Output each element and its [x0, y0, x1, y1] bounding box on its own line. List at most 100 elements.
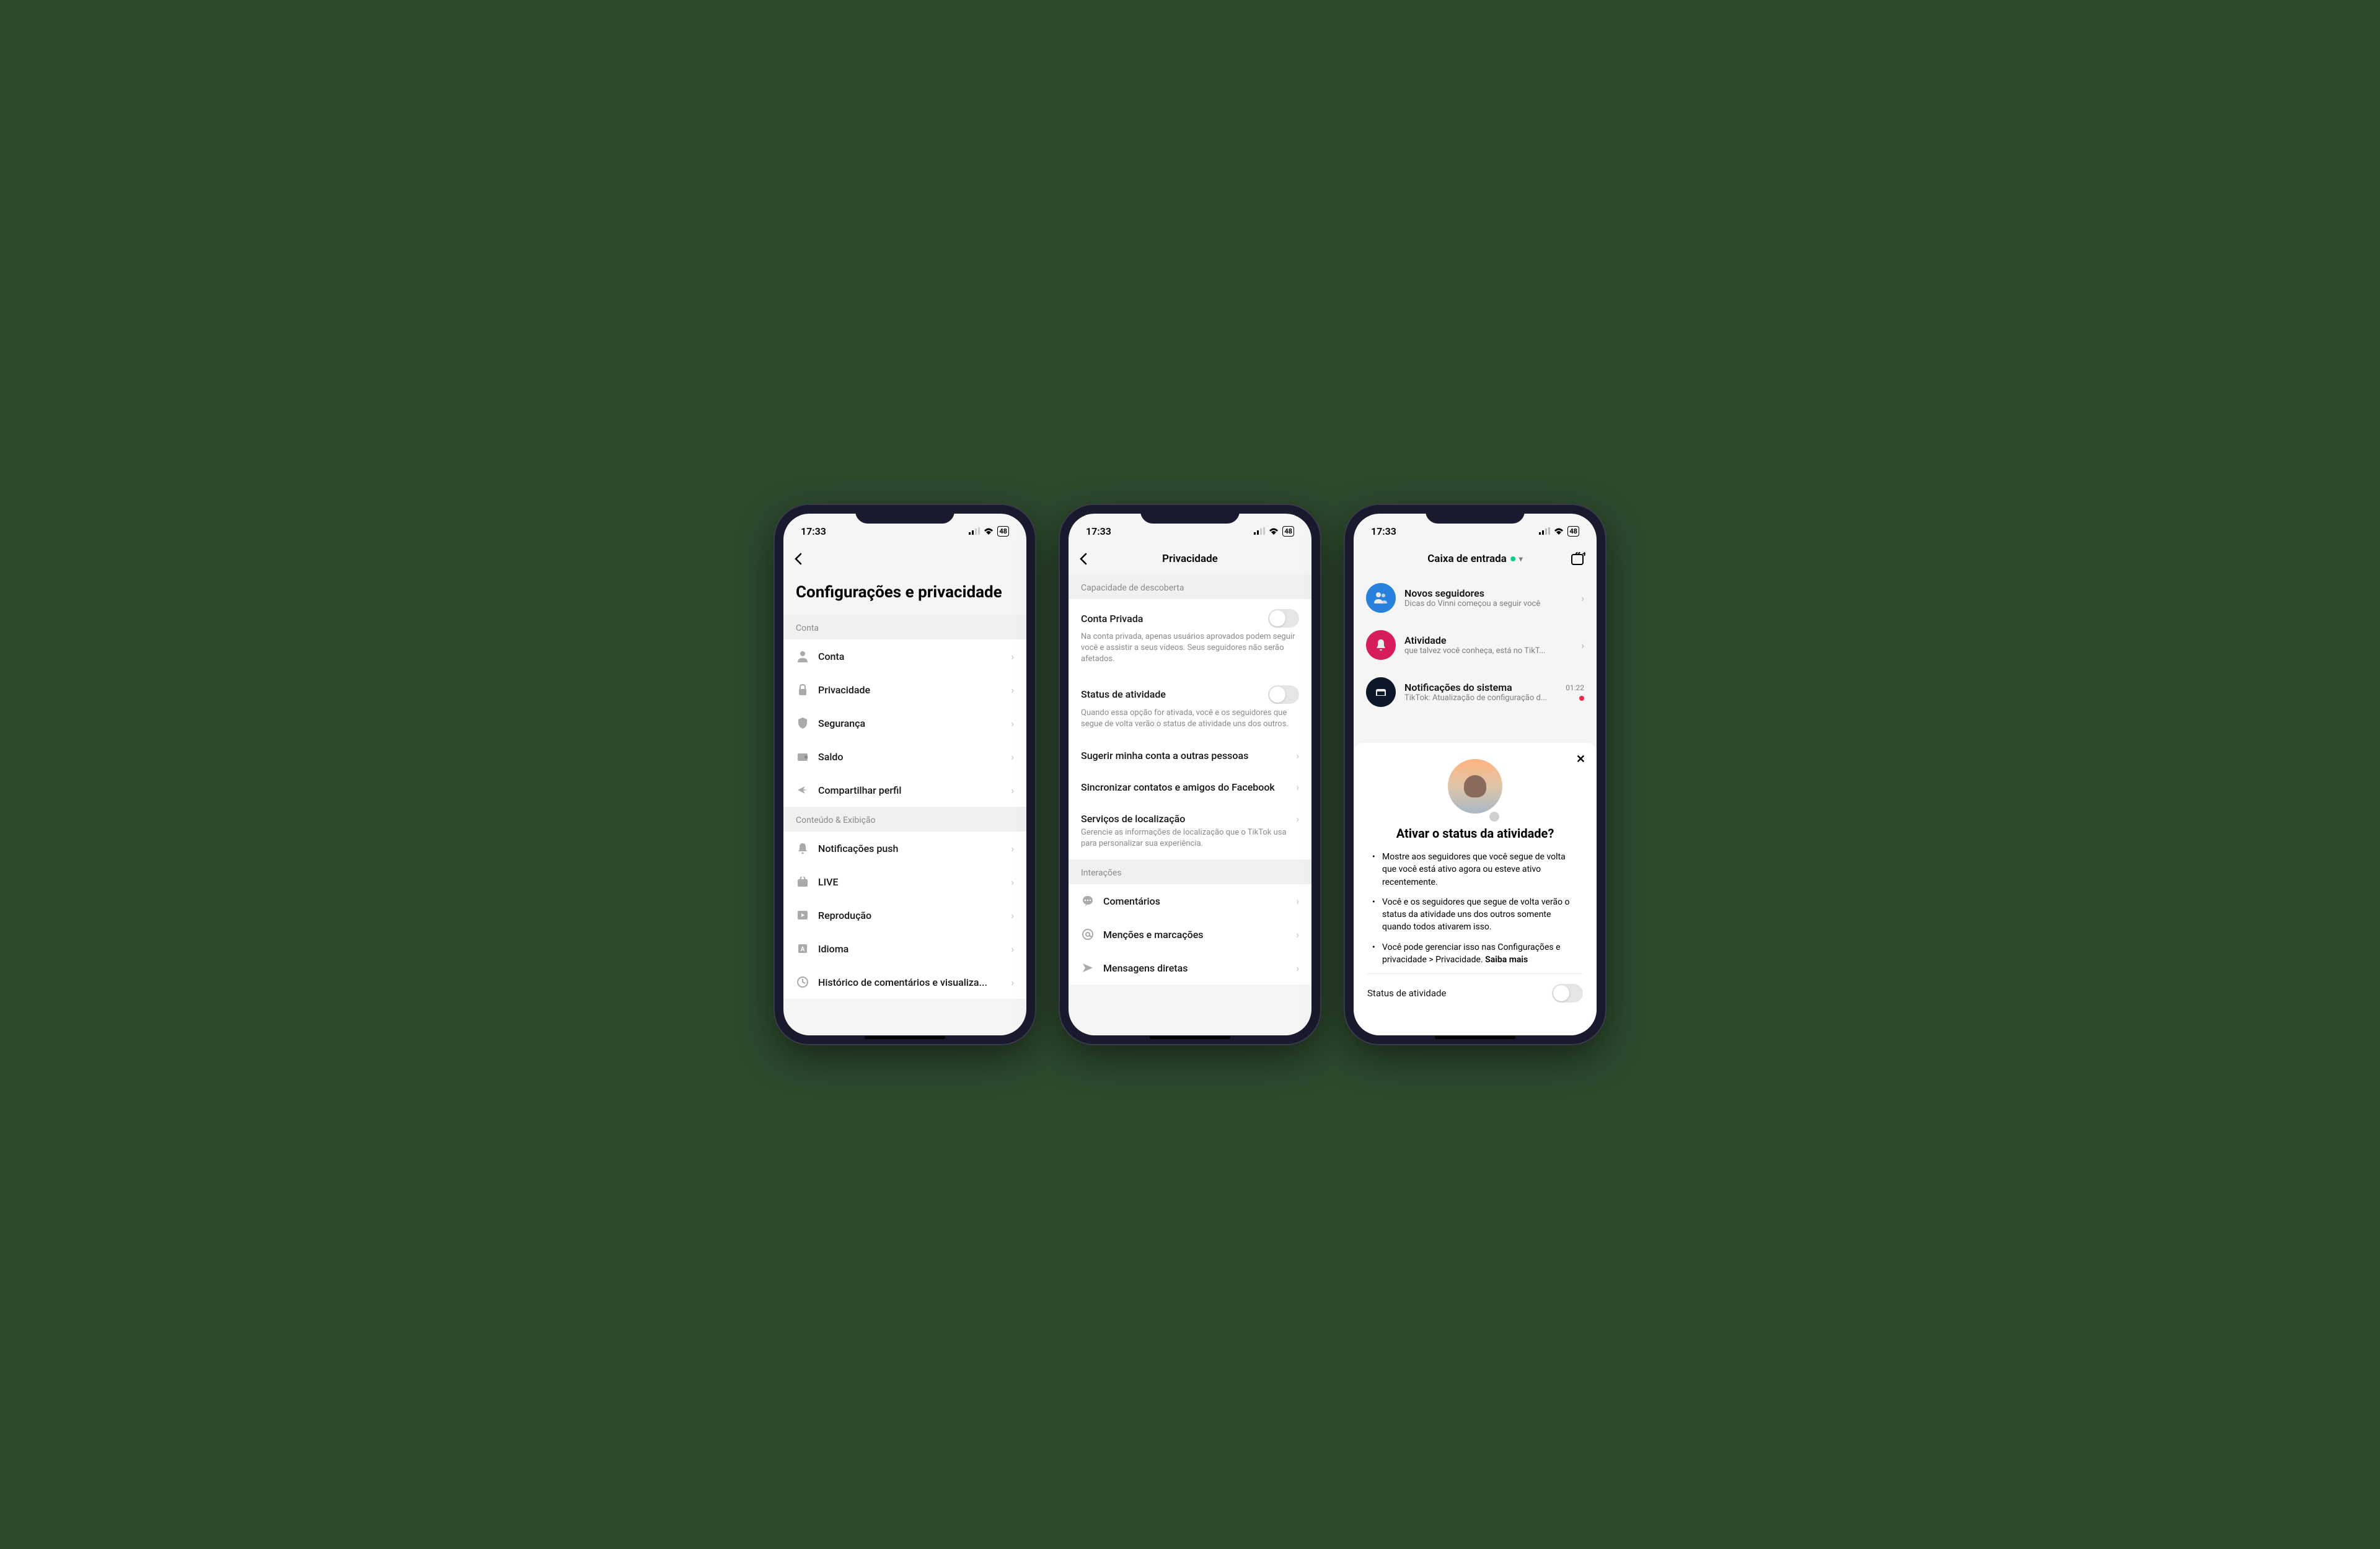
discovery-block: Conta Privada Na conta privada, apenas u… — [1069, 599, 1311, 859]
inbox-title: Notificações do sistema — [1404, 682, 1557, 693]
chevron-icon: › — [1296, 813, 1299, 825]
item-label: Privacidade — [818, 684, 1002, 696]
followers-icon — [1366, 583, 1396, 613]
item-label: Idioma — [818, 943, 1002, 955]
item-live[interactable]: LIVE › — [783, 865, 1026, 898]
bullet-3: Você pode gerenciar isso nas Configuraçõ… — [1372, 941, 1578, 967]
chevron-icon: › — [1011, 943, 1014, 955]
back-button[interactable] — [1080, 553, 1087, 565]
item-comments[interactable]: Comentários › — [1069, 884, 1311, 918]
wallet-icon — [796, 750, 809, 763]
learn-more-link[interactable]: Saiba mais — [1485, 955, 1528, 965]
comment-icon — [1081, 894, 1095, 908]
language-icon: A — [796, 942, 809, 955]
list-content: Notificações push › LIVE › Reprodução › … — [783, 832, 1026, 999]
section-header-discovery: Capacidade de descoberta — [1069, 574, 1311, 599]
chevron-icon: › — [1011, 751, 1014, 763]
mention-icon — [1081, 928, 1095, 941]
svg-text:+: + — [1582, 552, 1585, 559]
private-account-toggle[interactable] — [1268, 609, 1299, 628]
activity-status-toggle[interactable] — [1268, 685, 1299, 704]
signal-icon — [1254, 527, 1265, 535]
back-button[interactable] — [795, 553, 802, 565]
wifi-icon — [1269, 527, 1279, 535]
activity-icon — [1366, 630, 1396, 660]
home-indicator[interactable] — [865, 1036, 945, 1039]
private-account-label: Conta Privada — [1081, 613, 1143, 625]
suggest-label: Sugerir minha conta a outras pessoas — [1081, 750, 1296, 761]
screen-settings: 17:33 48 Configurações e privacidade Con… — [783, 514, 1026, 1035]
home-indicator[interactable] — [1150, 1036, 1230, 1039]
section-header-account: Conta — [783, 615, 1026, 639]
inbox-item-system[interactable]: Notificações do sistema TikTok: Atualiza… — [1354, 669, 1597, 716]
modal-title: Ativar o status da atividade? — [1367, 826, 1583, 841]
inbox-text: Atividade que talvez você conheça, está … — [1404, 634, 1572, 656]
activity-status-modal: ✕ Ativar o status da atividade? Mostre a… — [1354, 743, 1597, 1035]
nav-bar: Privacidade — [1069, 543, 1311, 574]
sync-label: Sincronizar contatos e amigos do Faceboo… — [1081, 781, 1296, 793]
page-title: Configurações e privacidade — [783, 574, 1026, 615]
item-label: Notificações push — [818, 843, 1002, 854]
inbox-background: 17:33 48 Caixa de entrada ▾ + — [1354, 514, 1597, 716]
modal-toggle-row: Status de atividade — [1367, 973, 1583, 1003]
list-interactions: Comentários › Menções e marcações › Mens… — [1069, 884, 1311, 985]
bullet-2: Você e os seguidores que segue de volta … — [1372, 896, 1578, 934]
item-privacy[interactable]: Privacidade › — [783, 673, 1026, 706]
activity-status-label: Status de atividade — [1081, 688, 1166, 700]
item-label: LIVE — [818, 876, 1002, 888]
send-icon — [1081, 961, 1095, 975]
inbox-item-followers[interactable]: Novos seguidores Dicas do Vinni começou … — [1354, 574, 1597, 621]
notch — [1426, 505, 1525, 524]
chevron-icon: › — [1011, 976, 1014, 988]
lock-icon — [796, 683, 809, 696]
live-icon — [796, 875, 809, 889]
item-label: Menções e marcações — [1103, 929, 1287, 941]
chevron-down-icon: ▾ — [1519, 555, 1523, 563]
item-language[interactable]: A Idioma › — [783, 932, 1026, 965]
chevron-icon: › — [1011, 717, 1014, 729]
nav-bar — [783, 543, 1026, 574]
item-share-profile[interactable]: Compartilhar perfil › — [783, 773, 1026, 807]
online-dot-icon — [1510, 556, 1515, 561]
notch — [855, 505, 954, 524]
inbox-item-activity[interactable]: Atividade que talvez você conheça, está … — [1354, 621, 1597, 669]
screen-privacy: 17:33 48 Privacidade Capacidade de desco… — [1069, 514, 1311, 1035]
chevron-icon: › — [1296, 895, 1299, 907]
inbox-title: Atividade — [1404, 634, 1572, 646]
row-location[interactable]: Serviços de localização › — [1069, 803, 1311, 827]
chevron-icon: › — [1581, 592, 1584, 604]
compose-button[interactable]: + — [1571, 552, 1585, 566]
screen-inbox: 17:33 48 Caixa de entrada ▾ + — [1354, 514, 1597, 1035]
phone-3: 17:33 48 Caixa de entrada ▾ + — [1345, 505, 1605, 1044]
inbox-title: Novos seguidores — [1404, 587, 1572, 599]
item-direct-messages[interactable]: Mensagens diretas › — [1069, 951, 1311, 985]
item-label: Segurança — [818, 717, 1002, 729]
row-suggest-account[interactable]: Sugerir minha conta a outras pessoas › — [1069, 740, 1311, 771]
chevron-icon: › — [1011, 651, 1014, 662]
chevron-icon: › — [1581, 639, 1584, 651]
status-time: 17:33 — [801, 525, 826, 537]
modal-activity-toggle[interactable] — [1552, 984, 1583, 1003]
row-private-account: Conta Privada — [1069, 599, 1311, 631]
item-mentions[interactable]: Menções e marcações › — [1069, 918, 1311, 951]
chevron-icon: › — [1296, 929, 1299, 941]
section-header-interactions: Interações — [1069, 859, 1311, 884]
system-icon — [1366, 677, 1396, 707]
item-playback[interactable]: Reprodução › — [783, 898, 1026, 932]
status-right: 48 — [1254, 526, 1294, 537]
item-balance[interactable]: Saldo › — [783, 740, 1026, 773]
modal-toggle-label: Status de atividade — [1367, 988, 1446, 999]
item-history[interactable]: Histórico de comentários e visualiza... … — [783, 965, 1026, 999]
battery-icon: 48 — [1282, 526, 1294, 537]
unread-dot-icon — [1579, 696, 1584, 701]
item-push-notifications[interactable]: Notificações push › — [783, 832, 1026, 865]
item-label: Compartilhar perfil — [818, 784, 1002, 796]
activity-status-desc: Quando essa opção for ativada, você e os… — [1069, 708, 1311, 740]
item-security[interactable]: Segurança › — [783, 706, 1026, 740]
wifi-icon — [1554, 527, 1564, 535]
home-indicator[interactable] — [1435, 1036, 1515, 1039]
row-sync-contacts[interactable]: Sincronizar contatos e amigos do Faceboo… — [1069, 771, 1311, 803]
item-account[interactable]: Conta › — [783, 639, 1026, 673]
chevron-icon: › — [1011, 684, 1014, 696]
chevron-icon: › — [1296, 750, 1299, 761]
